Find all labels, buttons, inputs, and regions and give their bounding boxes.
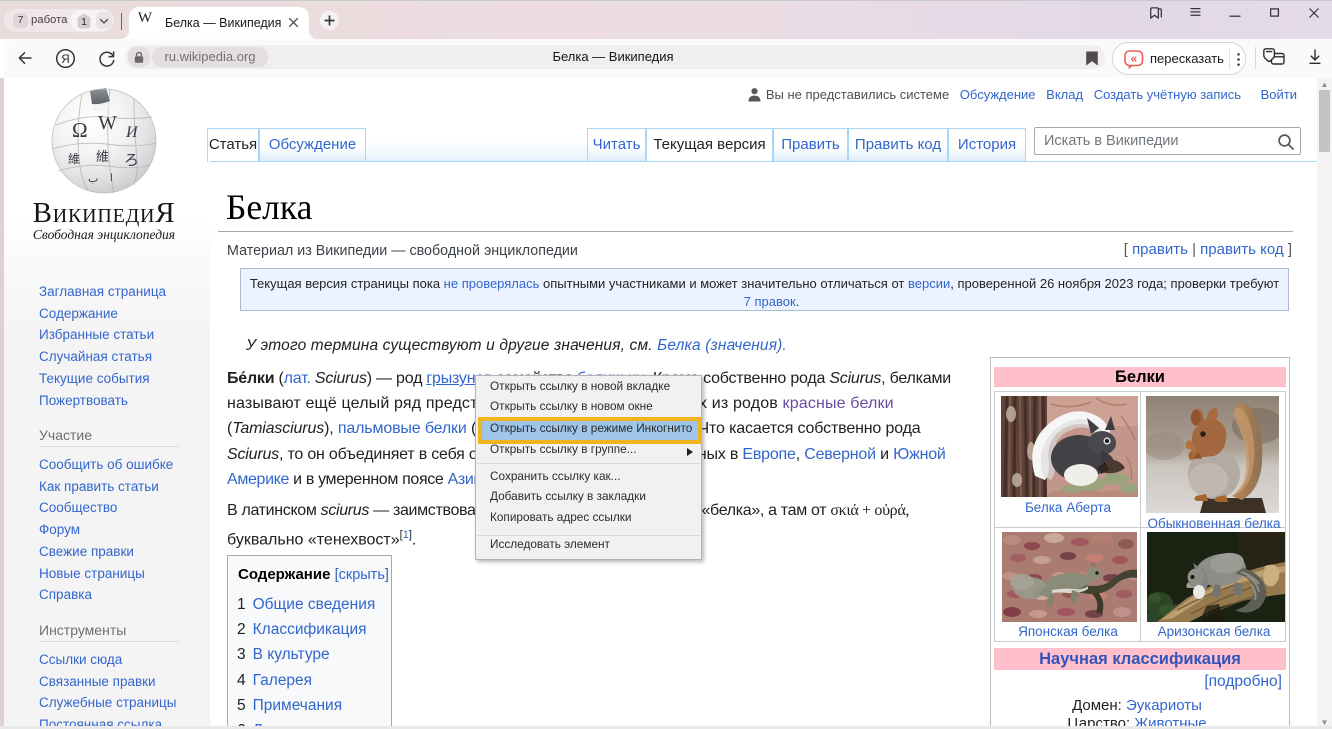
svg-text:維: 維 (68, 152, 80, 166)
svg-text:1: 1 (81, 16, 87, 28)
svg-text:維: 維 (96, 149, 109, 164)
svg-text:ب: ب (88, 173, 98, 185)
svg-text:Я: Я (61, 54, 69, 66)
svg-text:ろ: ろ (124, 153, 139, 169)
svg-text:W: W (138, 10, 153, 26)
svg-text:И: И (125, 124, 139, 141)
svg-text:W: W (98, 112, 117, 134)
svg-text:«: « (1130, 51, 1137, 65)
svg-text:ا: ا (110, 173, 113, 184)
svg-text:Ω: Ω (72, 118, 88, 142)
